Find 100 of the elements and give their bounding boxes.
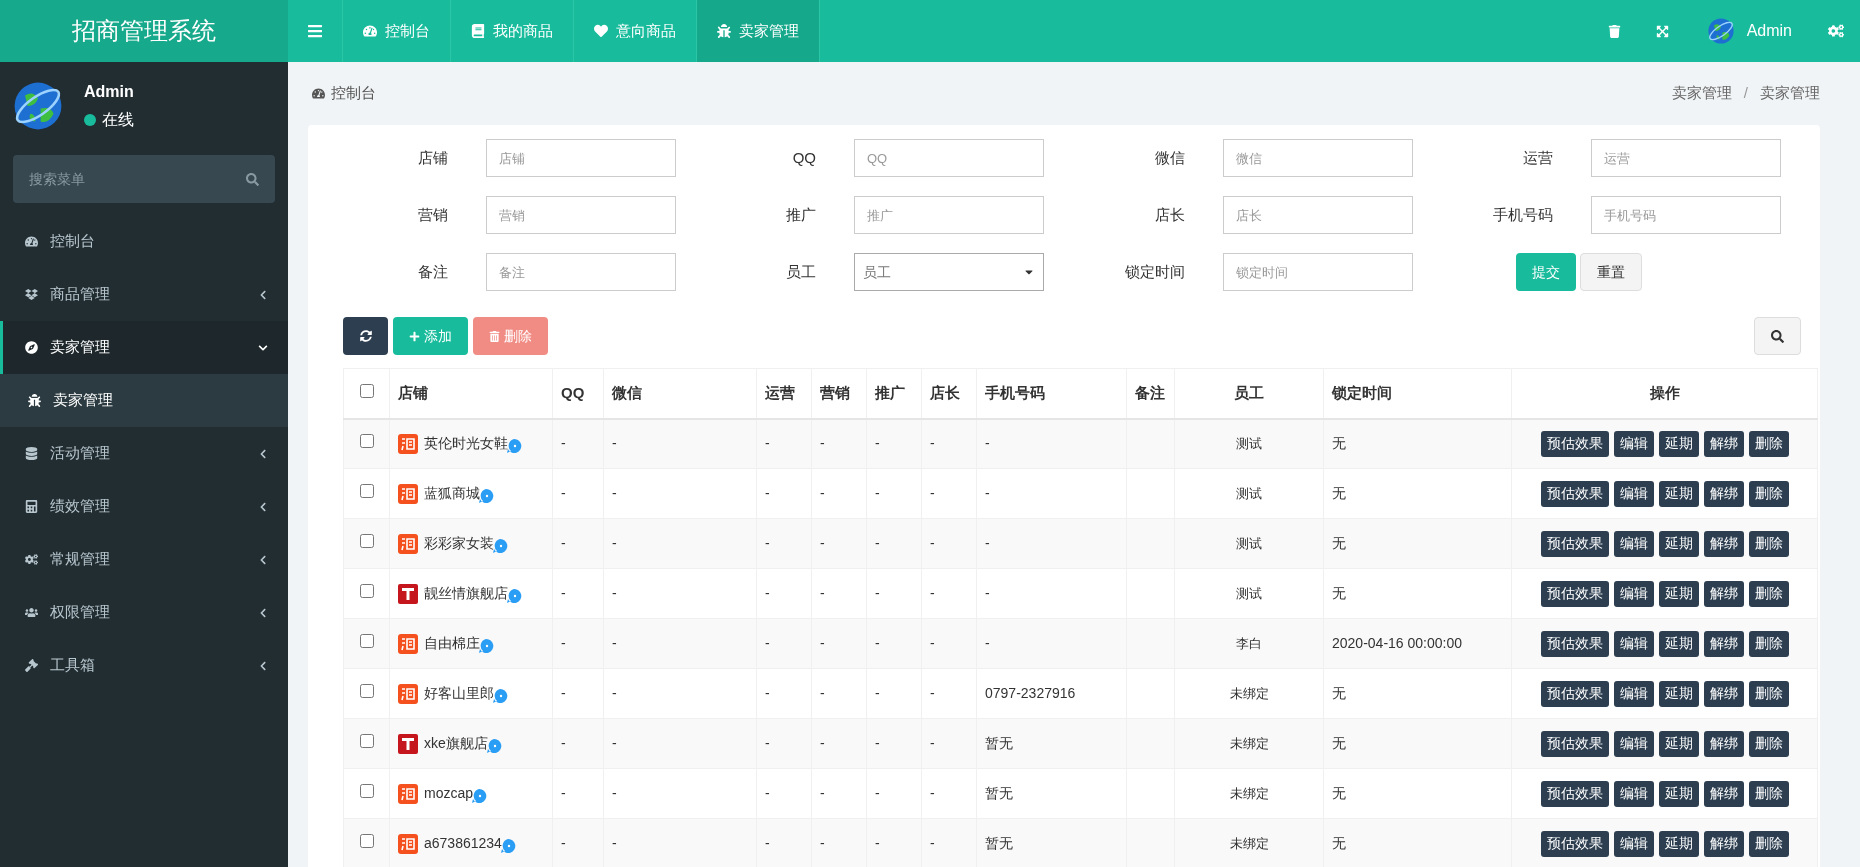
- select-all-checkbox[interactable]: [359, 383, 374, 398]
- row-action-button[interactable]: 延期: [1658, 830, 1699, 857]
- row-action-button[interactable]: 编辑: [1613, 780, 1654, 807]
- sidebar-menu-item[interactable]: 商品管理: [0, 268, 288, 321]
- table-cell: -: [985, 435, 990, 452]
- sidebar-menu-item[interactable]: 卖家管理: [0, 321, 288, 374]
- row-action-button[interactable]: 延期: [1658, 730, 1699, 757]
- filter-input-field[interactable]: 微信: [1222, 139, 1413, 177]
- filter-input-field[interactable]: QQ: [854, 139, 1044, 177]
- row-action-button[interactable]: 删除: [1748, 730, 1789, 757]
- column-header: 员工: [1174, 368, 1324, 419]
- table-cell: 无: [1332, 485, 1346, 501]
- row-action-button[interactable]: 延期: [1658, 680, 1699, 707]
- compass-icon: [25, 341, 38, 354]
- row-action-button[interactable]: 编辑: [1613, 730, 1654, 757]
- row-checkbox[interactable]: [359, 734, 374, 748]
- reset-button[interactable]: 重置: [1579, 253, 1642, 291]
- sidebar-submenu-item[interactable]: 卖家管理: [0, 374, 288, 427]
- search-button[interactable]: [1754, 317, 1801, 355]
- row-action-button[interactable]: 编辑: [1613, 580, 1654, 607]
- menu-search-field[interactable]: 搜索菜单: [13, 155, 275, 203]
- filter-input-field[interactable]: 手机号码: [1591, 196, 1781, 234]
- users-icon: [25, 606, 38, 619]
- row-action-button[interactable]: 预估效果: [1540, 730, 1609, 757]
- sidebar-menu-item[interactable]: 控制台: [0, 215, 288, 268]
- row-action-button[interactable]: 解绑: [1703, 730, 1744, 757]
- menu-icon: [307, 23, 323, 39]
- staff-select[interactable]: 员工: [854, 253, 1044, 291]
- row-action-button[interactable]: 编辑: [1613, 530, 1654, 557]
- filter-input-field[interactable]: 推广: [854, 196, 1044, 234]
- row-checkbox[interactable]: [359, 434, 374, 449]
- row-action-button[interactable]: 删除: [1748, 530, 1789, 557]
- row-action-button[interactable]: 删除: [1748, 780, 1789, 807]
- row-checkbox[interactable]: [359, 534, 374, 548]
- row-action-button[interactable]: 解绑: [1703, 480, 1744, 507]
- row-action-button[interactable]: 解绑: [1703, 630, 1744, 657]
- row-action-button[interactable]: 解绑: [1703, 430, 1744, 457]
- row-action-button[interactable]: 编辑: [1613, 680, 1654, 707]
- sidebar-menu-item[interactable]: 权限管理: [0, 586, 288, 639]
- table-cell: -: [765, 785, 770, 801]
- breadcrumb-link[interactable]: 卖家管理: [1671, 82, 1732, 105]
- row-action-button[interactable]: 预估效果: [1540, 430, 1609, 457]
- row-action-button[interactable]: 解绑: [1703, 530, 1744, 557]
- row-action-button[interactable]: 解绑: [1703, 780, 1744, 807]
- filter-input-field[interactable]: 运营: [1591, 139, 1781, 177]
- row-checkbox[interactable]: [359, 784, 374, 798]
- sidebar-menu-item[interactable]: 绩效管理: [0, 480, 288, 533]
- row-action-button[interactable]: 延期: [1658, 630, 1699, 657]
- row-action-button[interactable]: 编辑: [1613, 480, 1654, 507]
- row-action-button[interactable]: 编辑: [1613, 630, 1654, 657]
- row-action-button[interactable]: 删除: [1748, 580, 1789, 607]
- table-cell: -: [820, 585, 825, 601]
- filter-label: 店铺: [417, 147, 448, 168]
- refresh-button[interactable]: [343, 317, 388, 355]
- row-action-button[interactable]: 预估效果: [1540, 480, 1609, 507]
- breadcrumb-link[interactable]: 卖家管理: [1760, 82, 1820, 105]
- sidebar-menu-item[interactable]: 工具箱: [0, 639, 288, 692]
- row-action-button[interactable]: 预估效果: [1540, 580, 1609, 607]
- row-action-button[interactable]: 预估效果: [1540, 630, 1609, 657]
- row-action-button[interactable]: 解绑: [1703, 580, 1744, 607]
- filter-input-field[interactable]: 备注: [485, 253, 676, 291]
- row-action-button[interactable]: 删除: [1748, 630, 1789, 657]
- column-header: 锁定时间: [1323, 368, 1512, 419]
- row-checkbox[interactable]: [359, 834, 374, 848]
- row-action-button[interactable]: 删除: [1748, 680, 1789, 707]
- row-action-button[interactable]: 延期: [1658, 780, 1699, 807]
- filter-input-field[interactable]: 锁定时间: [1222, 253, 1413, 291]
- row-action-button[interactable]: 延期: [1658, 580, 1699, 607]
- row-action-button[interactable]: 预估效果: [1540, 680, 1609, 707]
- filter-input-field[interactable]: 店铺: [485, 139, 676, 177]
- row-checkbox[interactable]: [359, 684, 374, 698]
- table-cell: 无: [1332, 435, 1346, 452]
- filter-label: 推广: [786, 204, 816, 225]
- row-action-button[interactable]: 预估效果: [1540, 830, 1609, 857]
- row-action-button[interactable]: 解绑: [1703, 680, 1744, 707]
- shop-platform-icon: [398, 483, 418, 504]
- row-checkbox[interactable]: [359, 634, 374, 648]
- row-action-button[interactable]: 删除: [1748, 430, 1789, 457]
- row-action-button[interactable]: 预估效果: [1540, 530, 1609, 557]
- row-action-button[interactable]: 删除: [1748, 480, 1789, 507]
- refresh-icon: [359, 330, 372, 342]
- shop-name: 好客山里郎: [424, 684, 494, 703]
- filter-input-field[interactable]: 店长: [1222, 196, 1413, 234]
- row-checkbox[interactable]: [359, 484, 374, 498]
- table-cell: -: [985, 585, 990, 601]
- row-checkbox[interactable]: [359, 584, 374, 598]
- row-action-button[interactable]: 解绑: [1703, 830, 1744, 857]
- sidebar-menu-item[interactable]: 常规管理: [0, 533, 288, 586]
- row-action-button[interactable]: 延期: [1658, 430, 1699, 457]
- search-icon: [246, 173, 259, 186]
- filter-input-field[interactable]: 营销: [485, 196, 676, 234]
- row-action-button[interactable]: 编辑: [1613, 830, 1654, 857]
- row-action-button[interactable]: 编辑: [1613, 430, 1654, 457]
- calculator-icon: [25, 500, 38, 513]
- shop-name: 自由棉庄: [424, 634, 480, 653]
- row-action-button[interactable]: 延期: [1658, 480, 1699, 507]
- row-action-button[interactable]: 删除: [1748, 830, 1789, 857]
- row-action-button[interactable]: 预估效果: [1540, 780, 1609, 807]
- row-action-button[interactable]: 延期: [1658, 530, 1699, 557]
- sidebar-menu-item[interactable]: 活动管理: [0, 427, 288, 480]
